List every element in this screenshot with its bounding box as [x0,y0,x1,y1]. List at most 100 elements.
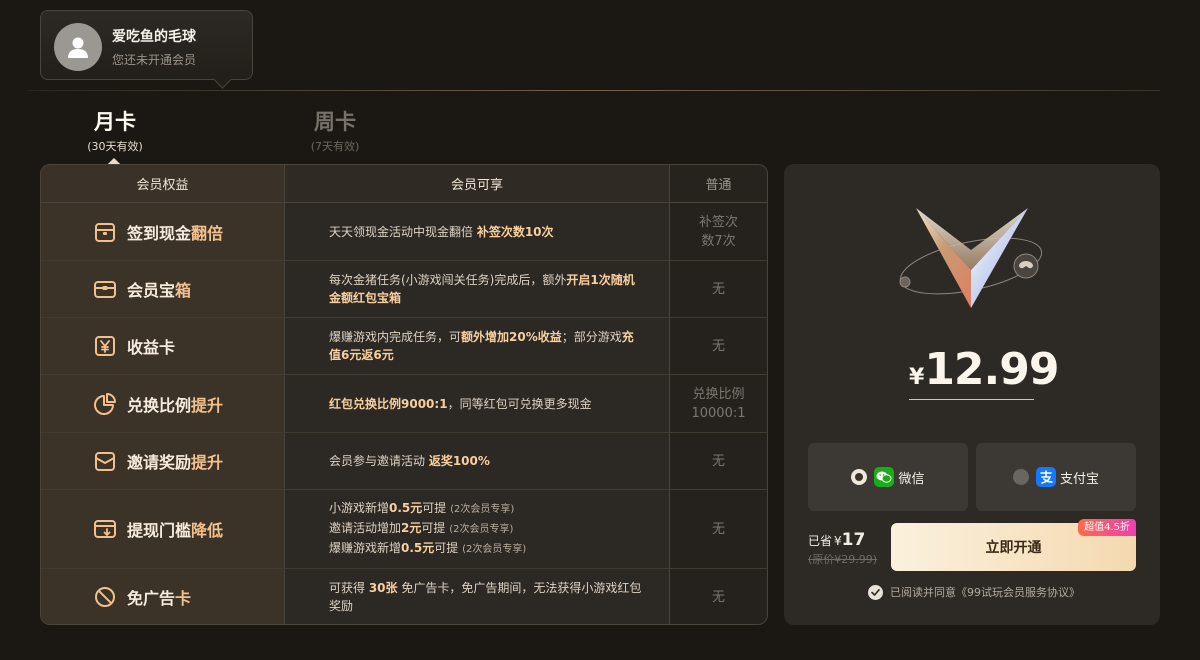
normal-value-line: 无 [711,521,725,537]
check-icon [871,588,880,596]
description-text: 邀请活动增加 [329,521,402,535]
highlight-text: 30张 [368,581,398,595]
benefit-description: 每次金猪任务(小游戏闯关任务)完成后，额外开启1次随机金额红包宝箱 [329,271,645,307]
benefit-name: 提现门槛降低 [127,517,223,541]
normal-value-line: 无 [711,338,725,354]
tab-weekly-card[interactable]: 周卡 (7天有效) [280,108,390,154]
saved-amount: 17 [841,530,866,550]
radio-selected[interactable] [851,469,868,485]
saved-prefix: 已省 [808,534,833,548]
benefit-name: 兑换比例提升 [127,392,223,416]
benefit-name-highlight: 翻倍 [191,223,224,243]
benefit-name-main: 邀请奖励 [127,453,192,472]
benefits-table: 会员权益 会员可享 普通 签到现金翻倍 天天领现金活动中现金翻倍 补签次数10次补… [40,164,768,625]
normal-value-line: 无 [711,453,725,469]
table-row: 会员宝箱 每次金猪任务(小游戏闯关任务)完成后，额外开启1次随机金额红包宝箱 无 [41,261,767,318]
header-benefit: 会员权益 [41,165,285,202]
purchase-panel: ¥12.99 微信 支付宝 已省 ¥ 17 (原价¥29.99) 立即开通 超值… [784,164,1160,625]
normal-user-cell: 无 [670,433,767,489]
description-text: 会员参与邀请活动 [329,454,429,468]
highlight-text: 2元 [401,521,422,535]
benefit-name-highlight: 提升 [191,395,224,415]
benefit-name-highlight: 箱 [175,281,192,300]
normal-value: 无 [712,452,725,471]
normal-user-cell: 无 [670,261,767,317]
benefit-cell: 签到现金翻倍 [41,203,285,260]
table-row: 邀请奖励提升 会员参与邀请活动 返奖100% 无 [41,433,767,490]
tab-subtitle: (7天有效) [310,140,360,153]
benefit-cell: 收益卡 [41,318,285,374]
vip-logo [899,208,1043,308]
benefit-description: 可获得 30张 免广告卡，免广告期间，无法获得小游戏红包奖励 [329,579,645,615]
tab-subtitle: (30天有效) [87,140,143,153]
benefit-cell: 兑换比例提升 [41,375,285,432]
benefit-name-main: 免广告 [127,589,176,608]
benefit-name-highlight: 降低 [191,521,224,540]
description-line: 邀请活动增加2元可提 (2次会员专享) [329,519,526,539]
table-row: 兑换比例提升 红包兑换比例9000:1，同等红包可兑换更多现金 兑换比例 10000:… [41,375,767,433]
pay-option-alipay[interactable]: 支付宝 [976,443,1136,511]
benefit-cell: 邀请奖励提升 [41,433,285,489]
price-currency: ¥ [909,365,925,390]
wechat-icon [874,467,895,487]
treasure-chest-icon [94,281,116,298]
description-text: ；部分游戏 [561,330,622,344]
table-row: 免广告卡 可获得 30张 免广告卡，免广告期间，无法获得小游戏红包奖励 无 [41,569,767,624]
benefit-description: 小游戏新增0.5元可提 (2次会员专享) 邀请活动增加2元可提 (2次会员专享) 爆… [329,499,526,559]
avatar[interactable] [54,23,102,71]
header-member: 会员可享 [285,165,670,202]
normal-user-cell: 无 [670,318,767,374]
benefit-name-main: 提现门槛 [127,521,192,540]
description-text: 爆赚游戏新增 [329,541,402,555]
tab-monthly-card[interactable]: 月卡 (30天有效) [60,108,170,154]
benefit-description: 红包兑换比例9000:1，同等红包可兑换更多现金 [329,395,592,413]
note-text: (2次会员专享) [462,544,527,555]
normal-value-line: 补签次 [698,214,738,230]
normal-value: 无 [712,588,725,607]
description-text: 天天领现金活动中现金翻倍 [329,224,477,239]
user-icon [68,37,88,58]
header-divider [28,90,1160,91]
agreement-checkbox[interactable] [868,584,883,600]
note-text: (2次会员专享) [449,524,514,535]
agreement: 已阅读并同意《99试玩会员服务协议》 [868,584,1080,600]
table-row: 签到现金翻倍 天天领现金活动中现金翻倍 补签次数10次 补签次数7次 [41,203,767,261]
highlight-text: 0.5元 [401,541,435,555]
price: ¥12.99 [909,344,1060,400]
description-text: 每次金猪任务(小游戏闯关任务)完成后，额外 [329,273,567,287]
calendar-icon [95,222,115,242]
normal-user-cell: 无 [670,569,767,624]
benefit-cell: 会员宝箱 [41,261,285,317]
description-text: ，同等红包可兑换更多现金 [447,396,592,411]
highlight-text: 补签次数10次 [476,224,554,239]
pie-chart-icon [94,392,116,415]
benefit-name: 收益卡 [127,334,175,358]
membership-status: 您还未开通会员 [112,53,197,67]
agreement-text[interactable]: 已阅读并同意《99试玩会员服务协议》 [890,584,1080,600]
benefit-name-main: 兑换比例 [127,395,192,415]
benefit-cell: 提现门槛降低 [41,490,285,568]
member-benefit-cell: 可获得 30张 免广告卡，免广告期间，无法获得小游戏红包奖励 [285,569,670,624]
description-line: 爆赚游戏新增0.5元可提 (2次会员专享) [329,539,526,559]
normal-value-line: 数7次 [701,233,736,249]
radio-unselected[interactable] [1012,469,1029,485]
member-benefit-cell: 天天领现金活动中现金翻倍 补签次数10次 [285,203,670,260]
yen-card-icon [95,336,115,356]
open-membership-button[interactable]: 立即开通 超值4.5折 [891,519,1136,571]
member-benefit-cell: 会员参与邀请活动 返奖100% [285,433,670,489]
pay-option-wechat[interactable]: 微信 [808,443,968,511]
benefit-name-highlight: 卡 [175,589,192,608]
withdraw-icon [94,520,116,538]
member-benefit-cell: 爆赚游戏内完成任务，可额外增加20%收益；部分游戏充值6元返6元 [285,318,670,374]
benefit-description: 会员参与邀请活动 返奖100% [329,452,490,470]
description-text: 可获得 [329,581,369,595]
highlight-text: 红包兑换比例9000:1 [329,396,448,411]
description-text: 可提 [422,501,451,515]
benefit-name: 免广告卡 [127,585,191,609]
description-text: 爆赚游戏内完成任务，可 [329,330,462,344]
benefit-name-highlight: 提升 [191,453,224,472]
benefit-description: 爆赚游戏内完成任务，可额外增加20%收益；部分游戏充值6元返6元 [329,328,645,364]
user-card: 爱吃鱼的毛球 您还未开通会员 [40,10,253,80]
benefit-description: 天天领现金活动中现金翻倍 补签次数10次 [329,223,554,241]
header-normal: 普通 [670,165,767,202]
